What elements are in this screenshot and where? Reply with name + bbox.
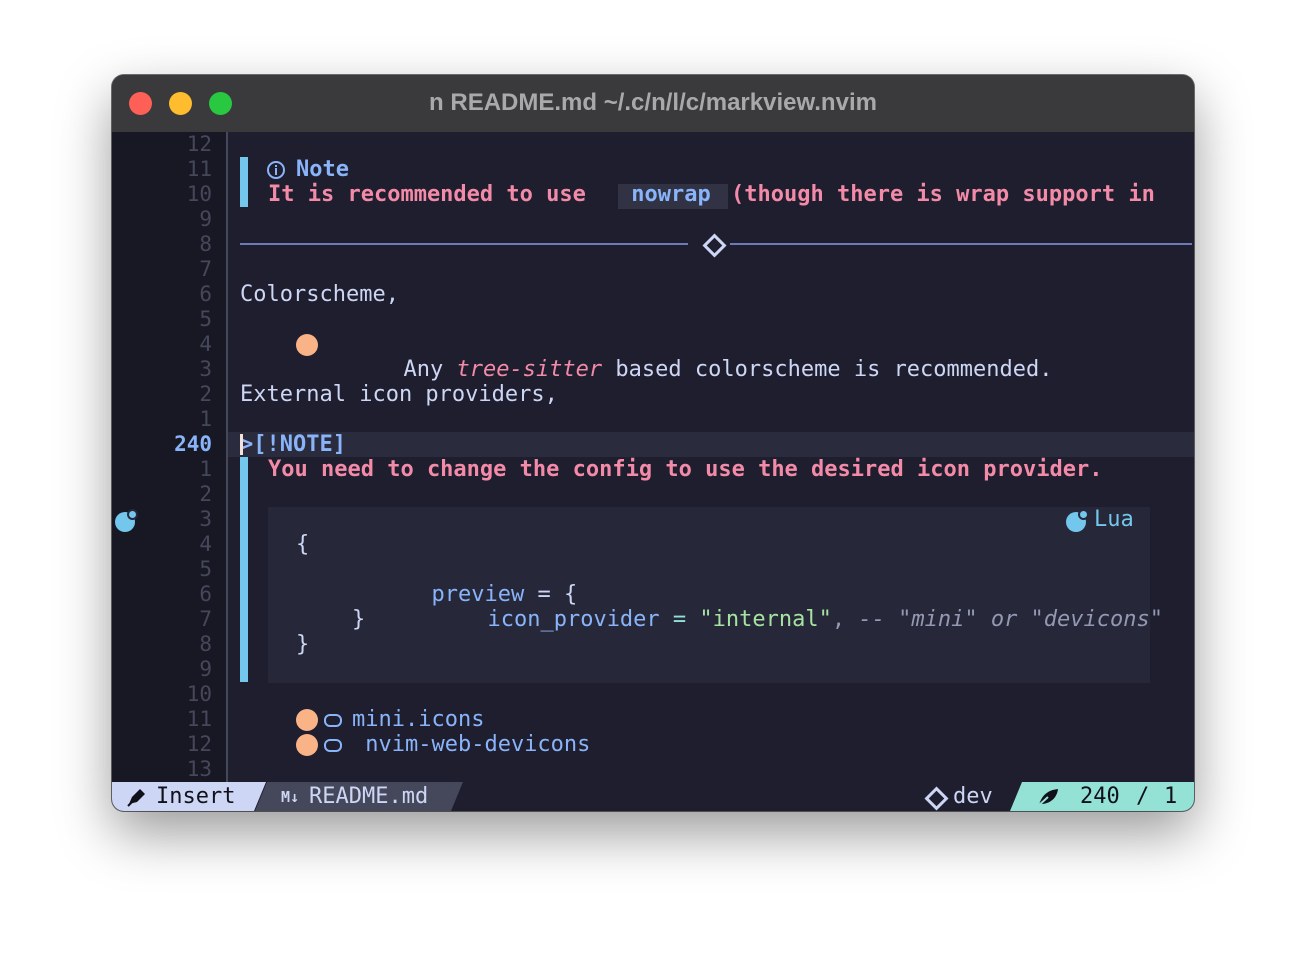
code-language-label: Lua — [1094, 507, 1134, 532]
link-nvim-web-devicons[interactable]: nvim-web-devicons — [352, 732, 590, 757]
line-number: 10 — [186, 682, 212, 706]
note-raw-marker: >[!NOTE] — [240, 432, 346, 457]
code-comment: -- "mini" or "devicons" — [845, 607, 1164, 632]
cursor-line — [228, 432, 1194, 457]
line-number: 6 — [199, 282, 212, 306]
code-comma: , — [831, 607, 846, 632]
title-bar: n README.md ~/.c/n/l/c/markview.nvim — [112, 75, 1194, 133]
line-number: 1 — [199, 407, 212, 431]
cursor-position: 240 / 1 — [1010, 782, 1194, 811]
file-indicator[interactable]: M↓ README.md — [255, 782, 463, 811]
line-number: 12 — [186, 132, 212, 156]
line-number: 1 — [199, 457, 212, 481]
inline-code-nowrap: nowrap — [618, 182, 724, 207]
markdown-icon: M↓ — [281, 788, 300, 806]
note-callout-bar — [240, 157, 248, 207]
note-callout-bar-2 — [240, 457, 248, 682]
lua-icon — [1066, 509, 1089, 532]
line-number: 2 — [199, 482, 212, 506]
link-mini-icons[interactable]: mini.icons — [352, 707, 484, 732]
diamond-icon — [702, 233, 727, 258]
horizontal-rule-right — [730, 243, 1192, 245]
link-icon — [324, 714, 342, 727]
line-number: 5 — [199, 307, 212, 331]
text-cursor — [240, 434, 243, 455]
icons-heading: External icon providers, — [240, 382, 558, 407]
bullet-icon — [296, 709, 318, 731]
code-line-inner-close: } — [352, 607, 366, 632]
terminal-window: n README.md ~/.c/n/l/c/markview.nvim 12 1… — [112, 75, 1194, 811]
code-provider-eq: = — [659, 607, 700, 632]
note-text-suffix: (though there is wrap support in — [731, 182, 1155, 207]
line-number: 4 — [199, 332, 212, 356]
code-line-icon-provider: icon_provider = "internal", -- "mini" or… — [408, 582, 1163, 657]
line-number: 7 — [199, 257, 212, 281]
line-number: 6 — [199, 582, 212, 606]
line-number: 8 — [199, 232, 212, 256]
column-number: 1 — [1164, 784, 1178, 809]
note-text-2: You need to change the config to use the… — [268, 457, 1103, 482]
file-name: README.md — [309, 784, 429, 809]
editor-area[interactable]: 12 11 10 9 8 7 6 5 4 3 2 1 240 1 2 3 4 5 6 7 8 9 10 11 12 13 Note… — [112, 132, 1194, 782]
code-line-open: { — [296, 532, 310, 557]
line-number: 2 — [199, 382, 212, 406]
bullet-text-pre: Any — [403, 357, 457, 382]
colorscheme-heading: Colorscheme, — [240, 282, 399, 307]
bullet-icon — [296, 734, 318, 756]
link-icon — [324, 739, 342, 752]
code-provider-key: icon_provider — [487, 607, 660, 632]
bullet-text-emphasis: tree-sitter — [456, 357, 603, 382]
pen-icon — [126, 787, 148, 807]
line-number: 7 — [199, 607, 212, 631]
line-number: 8 — [199, 632, 212, 656]
code-line-close: } — [296, 632, 310, 657]
line-number: 240 — [174, 432, 212, 456]
line-number: 4 — [199, 532, 212, 556]
line-number: 12 — [186, 732, 212, 756]
line-number: 13 — [186, 757, 212, 781]
mode-label: Insert — [156, 784, 236, 809]
line-number: 9 — [199, 207, 212, 231]
bullet-icon — [296, 334, 318, 356]
info-icon — [267, 161, 285, 179]
code-provider-string: "internal" — [699, 607, 832, 632]
lua-sign-icon — [115, 509, 138, 532]
line-number: 10 — [186, 182, 212, 206]
window-title: n README.md ~/.c/n/l/c/markview.nvim — [429, 89, 877, 116]
line-number: 11 — [186, 157, 212, 181]
note-title: Note — [296, 157, 349, 182]
git-branch-label: dev — [953, 784, 993, 809]
line-number: 3 — [199, 507, 212, 531]
mode-indicator: Insert — [112, 782, 266, 811]
line-number: 11 — [186, 707, 212, 731]
line-number: 3 — [199, 357, 212, 381]
position-separator: / — [1136, 784, 1150, 809]
gutter-separator — [226, 132, 228, 782]
line-number: 5 — [199, 557, 212, 581]
horizontal-rule-left — [240, 243, 688, 245]
line-number: 240 — [1080, 784, 1120, 809]
note-text-prefix: It is recommended to use — [268, 182, 600, 207]
statusline: Insert M↓ README.md dev 240 / 1 — [112, 782, 1194, 811]
leaf-icon — [1037, 789, 1058, 807]
bullet-text-post: based colorscheme is recommended. — [602, 357, 1053, 382]
line-number: 9 — [199, 657, 212, 681]
git-branch[interactable]: dev — [920, 782, 1016, 811]
git-branch-icon — [924, 786, 949, 811]
